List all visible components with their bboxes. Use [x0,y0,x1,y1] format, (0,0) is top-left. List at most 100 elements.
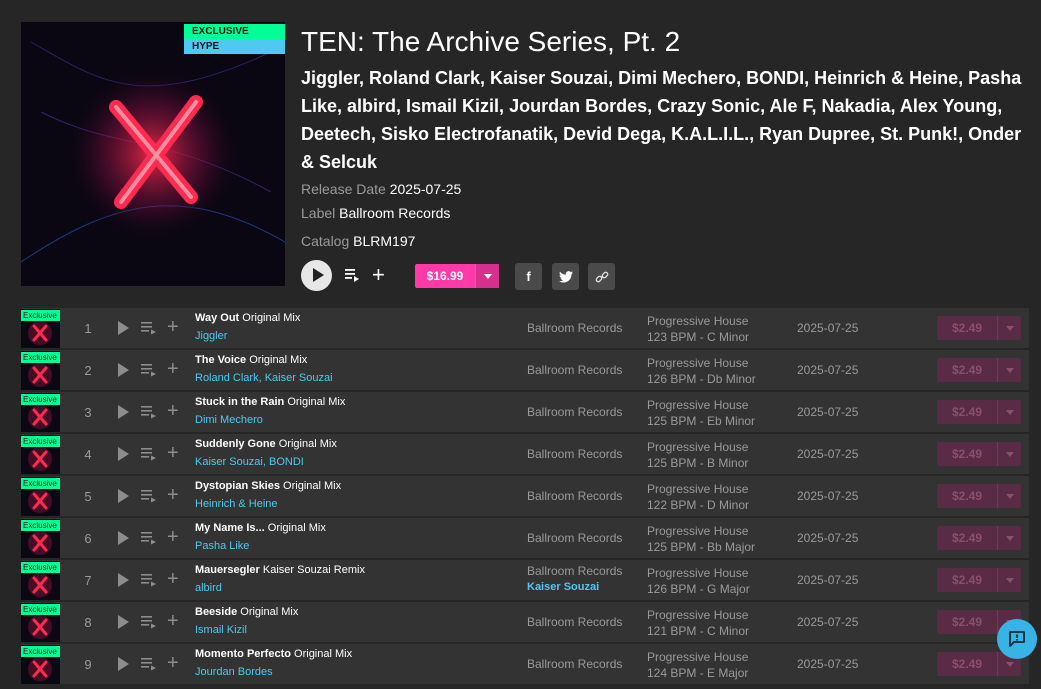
queue-icon[interactable] [141,615,157,629]
track-artists[interactable]: Pasha Like [195,540,249,552]
track-genre[interactable]: Progressive House [647,565,750,581]
track-genre[interactable]: Progressive House [647,607,749,623]
queue-icon[interactable] [141,657,157,671]
queue-icon[interactable] [141,489,157,503]
track-artwork[interactable]: Exclusive [21,561,60,600]
plus-icon[interactable]: + [167,526,179,548]
track-row[interactable]: Exclusive 4 + Suddenly Gone Original Mix Kai… [21,434,1029,474]
track-artists[interactable]: Jourdan Bordes [195,666,273,678]
link-icon[interactable] [588,263,615,290]
track-title[interactable]: Way Out Original Mix [195,312,300,324]
track-label[interactable]: Ballroom Records [527,405,622,419]
track-genre[interactable]: Progressive House [647,397,755,413]
buy-track-button[interactable]: $2.49 [937,484,1021,508]
plus-icon[interactable]: + [167,442,179,464]
track-label[interactable]: Ballroom Records [527,447,622,461]
track-artwork[interactable]: Exclusive [21,603,60,642]
track-title[interactable]: Stuck in the Rain Original Mix [195,396,345,408]
track-row[interactable]: Exclusive 6 + My Name Is... Original Mix Pas… [21,518,1029,558]
queue-icon[interactable] [141,363,157,377]
release-artists[interactable]: Jiggler, Roland Clark, Kaiser Souzai, Di… [301,64,1031,176]
track-label[interactable]: Ballroom Records [527,615,622,629]
play-icon[interactable] [118,321,129,335]
buy-track-button[interactable]: $2.49 [937,526,1021,550]
track-label[interactable]: Ballroom Records [527,564,622,578]
track-artists[interactable]: Dimi Mechero [195,414,263,426]
play-icon[interactable] [118,573,129,587]
queue-icon[interactable] [141,531,157,545]
plus-icon[interactable]: + [167,400,179,422]
buy-track-button[interactable]: $2.49 [937,358,1021,382]
play-icon[interactable] [118,615,129,629]
track-genre[interactable]: Progressive House [647,439,748,455]
track-label[interactable]: Ballroom Records [527,531,622,545]
chevron-down-icon[interactable] [997,526,1021,550]
track-title[interactable]: Beeside Original Mix [195,606,298,618]
track-row[interactable]: Exclusive 9 + Momento Perfecto Original Mix… [21,644,1029,684]
track-row[interactable]: Exclusive 8 + Beeside Original Mix Ismail Ki… [21,602,1029,642]
plus-icon[interactable]: + [167,358,179,380]
buy-release-button[interactable]: $16.99 [415,264,499,288]
track-artists[interactable]: Roland Clark, Kaiser Souzai [195,372,333,384]
queue-icon[interactable] [141,405,157,419]
track-artwork[interactable]: Exclusive [21,477,60,516]
track-artwork[interactable]: Exclusive [21,519,60,558]
track-title[interactable]: My Name Is... Original Mix [195,522,326,534]
track-title[interactable]: Momento Perfecto Original Mix [195,648,352,660]
track-title[interactable]: Mauersegler Kaiser Souzai Remix [195,564,365,576]
release-artwork[interactable]: EXCLUSIVE HYPE [21,22,285,286]
track-row[interactable]: Exclusive 2 + The Voice Original Mix Roland … [21,350,1029,390]
buy-track-button[interactable]: $2.49 [937,400,1021,424]
track-label[interactable]: Ballroom Records [527,363,622,377]
buy-track-button[interactable]: $2.49 [937,442,1021,466]
play-icon[interactable] [118,447,129,461]
track-title[interactable]: Dystopian Skies Original Mix [195,480,341,492]
track-label[interactable]: Ballroom Records [527,321,622,335]
queue-icon[interactable] [141,573,157,587]
chevron-down-icon[interactable] [475,264,499,288]
track-label[interactable]: Ballroom Records [527,657,622,671]
buy-track-button[interactable]: $2.49 [937,316,1021,340]
track-artwork[interactable]: Exclusive [21,309,60,348]
track-label[interactable]: Ballroom Records [527,489,622,503]
track-genre[interactable]: Progressive House [647,313,749,329]
track-row[interactable]: Exclusive 7 + Mauersegler Kaiser Souzai Rem… [21,560,1029,600]
chevron-down-icon[interactable] [997,442,1021,466]
track-artwork[interactable]: Exclusive [21,393,60,432]
track-remixer[interactable]: Kaiser Souzai [527,581,599,593]
queue-icon[interactable] [345,268,359,282]
track-title[interactable]: Suddenly Gone Original Mix [195,438,337,450]
label-value[interactable]: Ballroom Records [339,205,450,221]
track-artists[interactable]: albird [195,582,222,594]
facebook-icon[interactable]: f [515,263,542,290]
add-to-playlist-button[interactable]: + [372,264,385,286]
chevron-down-icon[interactable] [997,400,1021,424]
track-artists[interactable]: Kaiser Souzai, BONDI [195,456,304,468]
track-row[interactable]: Exclusive 5 + Dystopian Skies Original Mix H… [21,476,1029,516]
play-release-button[interactable] [301,260,332,291]
chevron-down-icon[interactable] [997,568,1021,592]
track-artwork[interactable]: Exclusive [21,645,60,684]
plus-icon[interactable]: + [167,610,179,632]
chevron-down-icon[interactable] [997,358,1021,382]
track-title[interactable]: The Voice Original Mix [195,354,307,366]
plus-icon[interactable]: + [167,568,179,590]
queue-icon[interactable] [141,321,157,335]
track-artists[interactable]: Heinrich & Heine [195,498,278,510]
play-icon[interactable] [118,531,129,545]
chevron-down-icon[interactable] [997,316,1021,340]
play-icon[interactable] [118,363,129,377]
buy-track-button[interactable]: $2.49 [937,568,1021,592]
queue-icon[interactable] [141,447,157,461]
play-icon[interactable] [118,405,129,419]
track-row[interactable]: Exclusive 3 + Stuck in the Rain Original Mi… [21,392,1029,432]
track-artists[interactable]: Jiggler [195,330,227,342]
track-artwork[interactable]: Exclusive [21,435,60,474]
track-artists[interactable]: Ismail Kizil [195,624,247,636]
track-row[interactable]: Exclusive 1 + Way Out Original Mix Jiggler Ba… [21,308,1029,348]
play-icon[interactable] [118,489,129,503]
chat-icon[interactable] [997,619,1037,659]
plus-icon[interactable]: + [167,484,179,506]
chevron-down-icon[interactable] [997,484,1021,508]
track-genre[interactable]: Progressive House [647,649,748,665]
